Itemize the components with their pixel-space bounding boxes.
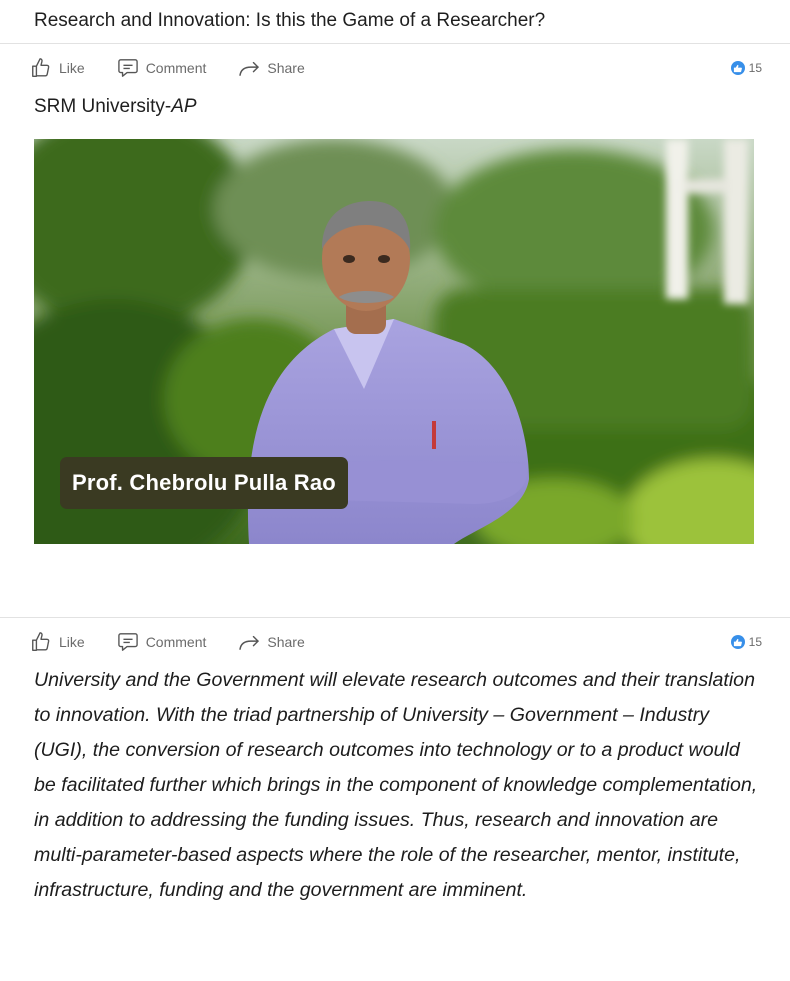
reaction-count: 15 — [748, 61, 762, 75]
like-reaction-icon — [730, 61, 745, 75]
thumbs-up-icon — [32, 58, 50, 77]
comment-label: Comment — [145, 60, 207, 76]
author-line: SRM University-AP — [34, 95, 197, 119]
action-bar-top: Like Comment Share 15 — [30, 56, 762, 80]
reaction-summary[interactable]: 15 — [730, 61, 762, 75]
article-photo: Prof. Chebrolu Pulla Rao — [34, 139, 754, 544]
share-button[interactable]: Share — [238, 633, 305, 651]
divider — [0, 43, 790, 44]
author-name: SRM University- — [34, 96, 172, 117]
share-label: Share — [267, 634, 305, 650]
share-arrow-icon — [239, 635, 260, 650]
like-label: Like — [59, 634, 85, 650]
share-arrow-icon — [239, 61, 260, 76]
article-body: University and the Government will eleva… — [34, 669, 758, 901]
author-suffix: AP — [171, 96, 197, 117]
photo-caption: Prof. Chebrolu Pulla Rao — [60, 457, 348, 509]
comment-button[interactable]: Comment — [117, 632, 207, 652]
comment-button[interactable]: Comment — [117, 58, 207, 78]
like-reaction-icon — [730, 635, 745, 649]
like-button[interactable]: Like — [30, 631, 85, 653]
comment-bubble-icon — [117, 59, 138, 77]
comment-bubble-icon — [117, 633, 138, 651]
reaction-count: 15 — [748, 635, 762, 649]
thumbs-up-icon — [32, 632, 50, 651]
article-title: Research and Innovation: Is this the Gam… — [34, 10, 546, 31]
divider — [0, 617, 790, 618]
action-bar-bottom: Like Comment Share 15 — [30, 630, 762, 654]
share-label: Share — [267, 60, 305, 76]
like-label: Like — [59, 60, 85, 76]
comment-label: Comment — [145, 634, 207, 650]
like-button[interactable]: Like — [30, 57, 85, 79]
reaction-summary[interactable]: 15 — [730, 635, 762, 649]
share-button[interactable]: Share — [238, 59, 305, 77]
